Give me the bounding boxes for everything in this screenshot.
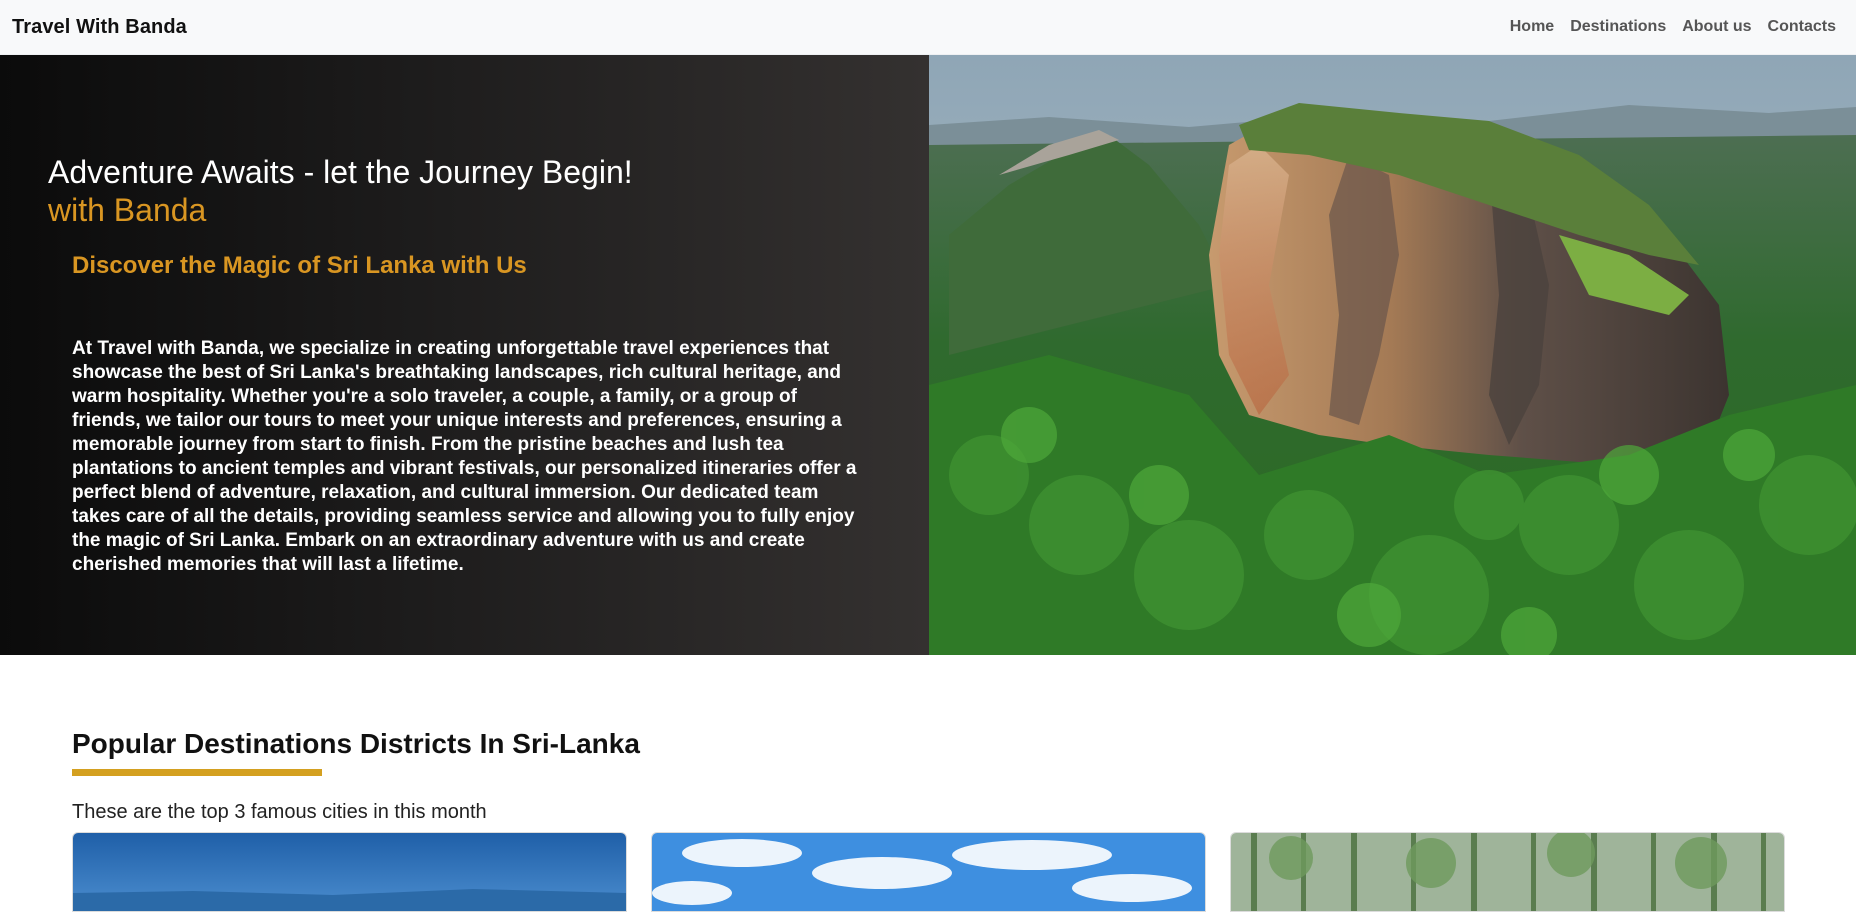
navbar: Travel With Banda Home Destinations Abou… [0,0,1856,55]
nav-link-home[interactable]: Home [1502,18,1562,36]
destination-card-1[interactable] [72,832,627,912]
destination-image-2 [652,833,1205,911]
destination-image-3 [1231,833,1784,911]
nav-link-about-us[interactable]: About us [1674,18,1759,36]
sigiriya-rock-image [929,55,1856,655]
hero-title: Adventure Awaits - let the Journey Begin… [48,154,633,190]
hero-text-panel: Adventure Awaits - let the Journey Begin… [0,55,929,655]
destination-image-1 [73,833,626,911]
nav-links: Home Destinations About us Contacts [1502,18,1844,36]
nav-link-contacts[interactable]: Contacts [1760,18,1844,36]
brand-logo-link[interactable]: Travel With Banda [12,16,187,39]
hero-image-panel [929,55,1856,655]
hero-section: Adventure Awaits - let the Journey Begin… [0,55,1856,655]
hero-description: At Travel with Banda, we specialize in c… [72,338,857,575]
destination-card-3[interactable] [1230,832,1785,912]
destination-card-2[interactable] [651,832,1206,912]
destinations-title: Popular Destinations Districts In Sri-La… [72,728,640,759]
hero-tagline: Discover the Magic of Sri Lanka with Us [72,252,527,279]
destinations-description: These are the top 3 famous cities in thi… [72,801,487,823]
title-underline [72,769,322,776]
nav-link-destinations[interactable]: Destinations [1562,18,1674,36]
hero-subtitle: with Banda [48,192,207,228]
